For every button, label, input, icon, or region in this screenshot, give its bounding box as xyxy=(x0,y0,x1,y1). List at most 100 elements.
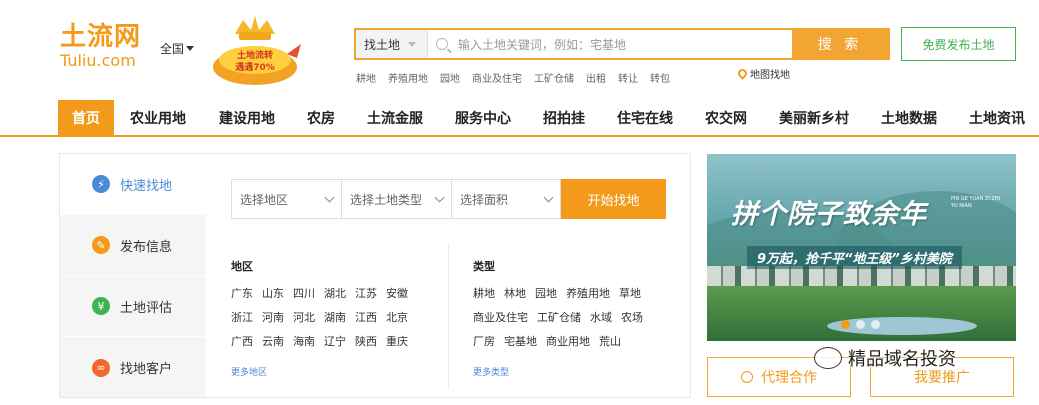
nav-item-agricultural[interactable]: 农业用地 xyxy=(130,100,186,135)
quick-link[interactable]: 转让 xyxy=(618,70,638,85)
type-link[interactable]: 工矿仓储 xyxy=(537,311,581,324)
side-item-label: 快速找地 xyxy=(120,178,173,194)
chevron-down-icon xyxy=(408,41,417,47)
type-link[interactable]: 林地 xyxy=(504,287,526,300)
type-link[interactable]: 商业及住宅 xyxy=(473,311,528,324)
region-link[interactable]: 四川 xyxy=(293,287,315,300)
region-link[interactable]: 辽宁 xyxy=(324,335,346,348)
type-link[interactable]: 水域 xyxy=(590,311,612,324)
type-link[interactable]: 宅基地 xyxy=(504,335,537,348)
region-list: 地区 广东 山东 四川 湖北 江苏 安徽 浙江 河南 河北 湖南 江西 北京 广… xyxy=(231,258,431,348)
promo-banner[interactable]: 拼个院子致余年 PIN GE YUAN ZI ZHI YU NIAN 9万起，抢… xyxy=(707,154,1016,341)
page: 土流网 Tuliu.com 全国 土地流转 遇遇70% 找土地 输入土地关键词，… xyxy=(0,0,1039,405)
agent-button-label: 代理合作 xyxy=(761,370,817,386)
area-select[interactable]: 选择面积 xyxy=(451,179,561,219)
side-item-label: 土地评估 xyxy=(120,300,173,316)
more-types-link[interactable]: 更多类型 xyxy=(473,365,509,378)
type-link[interactable]: 农场 xyxy=(621,311,643,324)
type-link[interactable]: 商业用地 xyxy=(546,335,590,348)
side-item-valuation[interactable]: ¥ 土地评估 xyxy=(60,276,206,337)
quick-link[interactable]: 转包 xyxy=(650,70,670,85)
start-search-button[interactable]: 开始找地 xyxy=(561,179,666,219)
region-link[interactable]: 北京 xyxy=(386,311,408,324)
quick-links: 耕地 养殖用地 园地 商业及住宅 工矿仓储 出租 转让 转包 xyxy=(356,70,670,85)
type-link[interactable]: 养殖用地 xyxy=(566,287,610,300)
banner-pinyin: PIN GE YUAN ZI ZHI YU NIAN xyxy=(951,196,1001,209)
type-list: 类型 耕地 林地 园地 养殖用地 草地 商业及住宅 工矿仓储 水域 农场 厂房 … xyxy=(473,258,673,348)
search-icon xyxy=(436,38,448,50)
city-label: 全国 xyxy=(160,42,185,56)
nav-item-home[interactable]: 首页 xyxy=(58,100,114,135)
site-logo[interactable]: 土流网 Tuliu.com xyxy=(60,22,141,70)
search-placeholder: 输入土地关键词，例如：宅基地 xyxy=(458,37,627,52)
quick-link[interactable]: 耕地 xyxy=(356,70,376,85)
free-publish-button[interactable]: 免费发布土地 xyxy=(901,27,1016,61)
nav-item-finance[interactable]: 土流金服 xyxy=(367,100,423,135)
banner-title: 拼个院子致余年 xyxy=(731,199,927,230)
quick-link[interactable]: 养殖用地 xyxy=(388,70,428,85)
region-link[interactable]: 河南 xyxy=(262,311,284,324)
divider xyxy=(448,244,449,389)
region-title: 地区 xyxy=(231,260,253,273)
side-item-quick-find[interactable]: ⚡ 快速找地 xyxy=(60,154,206,215)
carousel-dot[interactable] xyxy=(856,320,865,329)
promo-crown-badge[interactable]: 土地流转 遇遇70% xyxy=(205,12,305,90)
type-link[interactable]: 荒山 xyxy=(599,335,621,348)
nav-item-farmhouse[interactable]: 农房 xyxy=(307,100,335,135)
search-type-select[interactable]: 找土地 xyxy=(356,30,428,58)
type-link[interactable]: 厂房 xyxy=(473,335,495,348)
nav-item-housing[interactable]: 住宅在线 xyxy=(617,100,673,135)
nav-item-data[interactable]: 土地数据 xyxy=(881,100,937,135)
caret-down-icon xyxy=(186,46,195,51)
nav-item-village[interactable]: 美丽新乡村 xyxy=(779,100,849,135)
nav-item-construction[interactable]: 建设用地 xyxy=(219,100,275,135)
side-item-clients[interactable]: ∞ 找地客户 xyxy=(60,337,206,398)
region-link[interactable]: 广东 xyxy=(231,287,253,300)
region-select[interactable]: 选择地区 xyxy=(231,179,341,219)
svg-text:遇遇70%: 遇遇70% xyxy=(235,61,275,73)
region-link[interactable]: 湖南 xyxy=(324,311,346,324)
carousel-dot[interactable] xyxy=(871,320,880,329)
land-type-select[interactable]: 选择土地类型 xyxy=(341,179,451,219)
map-find-label: 地图找地 xyxy=(750,70,790,81)
type-link[interactable]: 耕地 xyxy=(473,287,495,300)
quick-link[interactable]: 工矿仓储 xyxy=(534,70,574,85)
nav-item-service[interactable]: 服务中心 xyxy=(455,100,511,135)
side-item-label: 找地客户 xyxy=(120,362,173,377)
region-link[interactable]: 山东 xyxy=(262,287,284,300)
side-item-publish[interactable]: ✎ 发布信息 xyxy=(60,215,206,276)
chevron-down-icon xyxy=(543,192,554,202)
type-link[interactable]: 草地 xyxy=(619,287,641,300)
watermark-text: 精品域名投资 xyxy=(848,349,956,370)
city-selector[interactable]: 全国 xyxy=(160,40,195,57)
land-type-select-label: 选择土地类型 xyxy=(350,192,423,207)
search-button[interactable]: 搜 索 xyxy=(792,30,888,58)
region-link[interactable]: 江西 xyxy=(355,311,377,324)
nav-item-news[interactable]: 土地资讯 xyxy=(969,100,1025,135)
region-link[interactable]: 浙江 xyxy=(231,311,253,324)
more-regions-link[interactable]: 更多地区 xyxy=(231,365,267,378)
region-link[interactable]: 陕西 xyxy=(355,335,377,348)
chevron-down-icon xyxy=(434,192,445,202)
chevron-down-icon xyxy=(324,192,335,202)
carousel-dot[interactable] xyxy=(841,320,850,329)
type-link[interactable]: 园地 xyxy=(535,287,557,300)
region-link[interactable]: 河北 xyxy=(293,311,315,324)
region-link[interactable]: 海南 xyxy=(293,335,315,348)
nav-item-auction[interactable]: 招拍挂 xyxy=(543,100,585,135)
quick-link[interactable]: 园地 xyxy=(440,70,460,85)
map-pin-icon xyxy=(736,67,749,80)
region-link[interactable]: 云南 xyxy=(262,335,284,348)
region-link[interactable]: 广西 xyxy=(231,335,253,348)
crown-icon xyxy=(235,16,275,34)
carousel-dots xyxy=(841,320,880,329)
quick-link[interactable]: 商业及住宅 xyxy=(472,70,522,85)
nav-item-exchange[interactable]: 农交网 xyxy=(705,100,747,135)
region-link[interactable]: 江苏 xyxy=(355,287,377,300)
map-find-link[interactable]: 地图找地 xyxy=(736,66,790,81)
region-link[interactable]: 安徽 xyxy=(386,287,408,300)
search-input[interactable]: 输入土地关键词，例如：宅基地 xyxy=(428,30,792,58)
quick-link[interactable]: 出租 xyxy=(586,70,606,85)
region-link[interactable]: 重庆 xyxy=(386,335,408,348)
region-link[interactable]: 湖北 xyxy=(324,287,346,300)
